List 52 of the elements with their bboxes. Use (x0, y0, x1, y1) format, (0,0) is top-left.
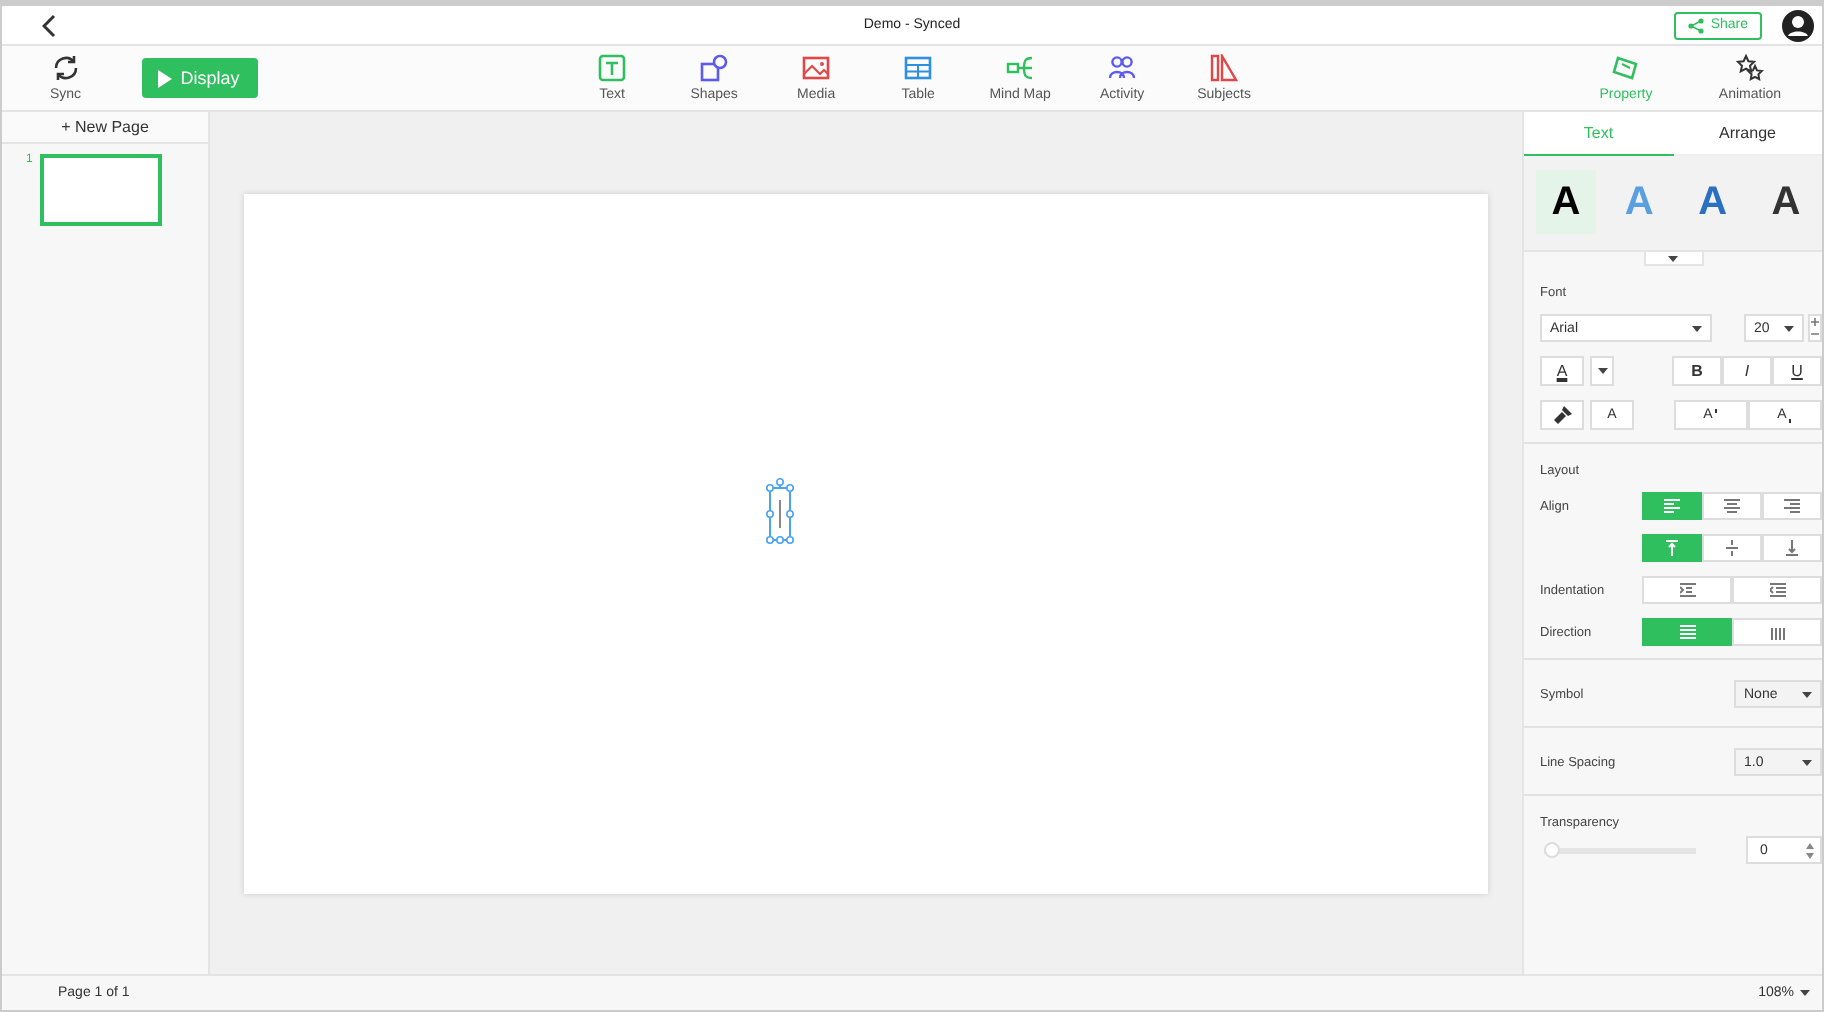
transparency-slider[interactable] (1544, 842, 1696, 858)
stepper-icon (1806, 841, 1814, 859)
page-thumbnail[interactable] (40, 154, 163, 226)
people-icon (1108, 54, 1137, 82)
caret-icon (1597, 368, 1607, 374)
avatar-icon[interactable] (1782, 9, 1814, 41)
back-icon[interactable] (42, 13, 58, 37)
format-button[interactable]: I (1722, 356, 1772, 386)
vertical-text-icon (1769, 624, 1785, 640)
caret-icon (1692, 325, 1702, 331)
share-icon (1688, 17, 1705, 33)
picture-icon (802, 54, 831, 82)
text-style-preset[interactable]: A (1536, 170, 1596, 234)
caret-icon (1802, 759, 1812, 765)
outdent-icon (1769, 582, 1785, 598)
slider-thumb[interactable] (1544, 842, 1560, 858)
ruler-icon (1210, 54, 1239, 82)
text-tool-icon (598, 54, 627, 82)
size-stepper[interactable] (1808, 314, 1822, 342)
format-button[interactable]: U (1772, 356, 1822, 386)
indent-icon (1679, 582, 1695, 598)
mind-map-icon (1006, 54, 1035, 82)
horizontal-text-icon (1679, 624, 1695, 640)
option-button[interactable] (1642, 618, 1732, 646)
play-icon (158, 69, 173, 87)
expand-toggle[interactable] (1643, 252, 1703, 266)
caret-icon (1802, 691, 1812, 697)
caret-icon (1784, 325, 1794, 331)
brush-icon (1553, 406, 1571, 424)
caret-icon (1668, 255, 1678, 261)
align-left-icon (1664, 498, 1680, 514)
font-color-button[interactable]: A (1540, 356, 1584, 386)
stars-icon (1736, 54, 1764, 82)
option-button[interactable] (1642, 534, 1702, 562)
align-top-icon (1664, 540, 1680, 556)
shapes-icon (700, 54, 729, 82)
format-painter-button[interactable] (1540, 400, 1584, 430)
align-center-icon (1724, 498, 1740, 514)
selected-text-box[interactable] (764, 477, 796, 545)
text-style-preset[interactable]: A (1755, 170, 1816, 234)
align-bottom-icon (1784, 540, 1800, 556)
text-style-preset[interactable]: A (1682, 170, 1743, 234)
format-button[interactable]: B (1672, 356, 1722, 386)
plus-minus-icon (1810, 316, 1820, 340)
sync-icon (51, 54, 80, 82)
table-icon (904, 54, 933, 82)
color-dropdown-button[interactable] (1590, 356, 1614, 386)
option-button[interactable] (1642, 492, 1702, 520)
tag-icon (1612, 54, 1640, 82)
align-middle-icon (1724, 540, 1740, 556)
align-right-icon (1784, 498, 1800, 514)
caret-icon (1800, 990, 1810, 996)
